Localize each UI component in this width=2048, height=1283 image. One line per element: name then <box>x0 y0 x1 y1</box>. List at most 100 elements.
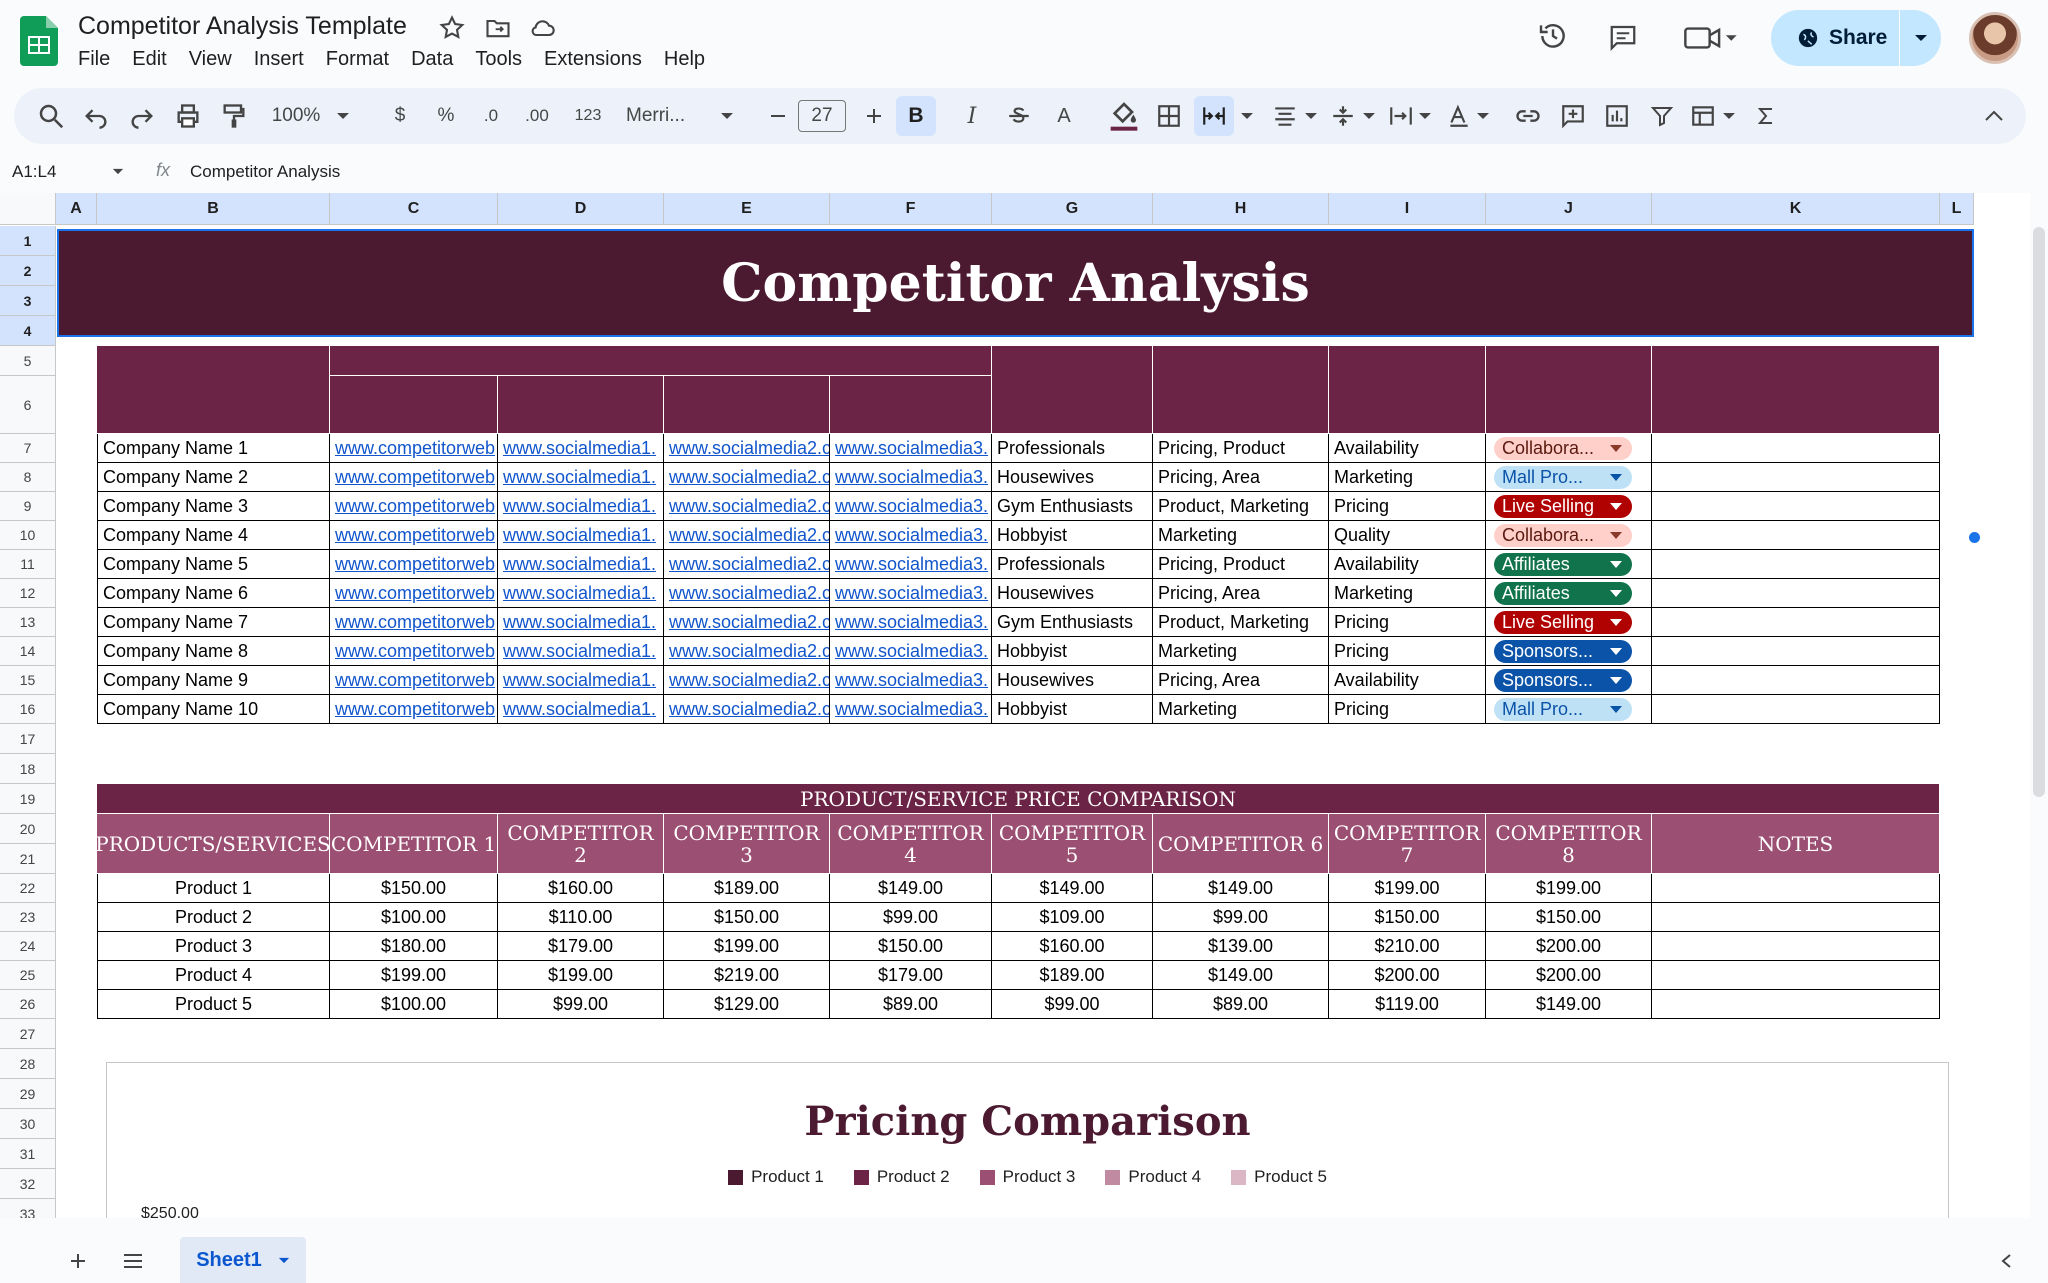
social-media-2-link[interactable]: www.socialmedia2.c <box>664 521 830 550</box>
social-media-2-link[interactable]: www.socialmedia2.c <box>664 637 830 666</box>
social-media-2-link[interactable]: www.socialmedia2.c <box>664 695 830 724</box>
bold-button[interactable]: B <box>896 96 936 136</box>
social-media-2-link[interactable]: www.socialmedia2.c <box>664 492 830 521</box>
menu-edit[interactable]: Edit <box>132 48 176 71</box>
row-header-18[interactable]: 18 <box>0 754 56 784</box>
menu-help[interactable]: Help <box>664 48 715 71</box>
row-header-30[interactable]: 30 <box>0 1109 56 1139</box>
share-dropdown-icon[interactable] <box>1900 34 1941 42</box>
social-media-3-link[interactable]: www.socialmedia3. <box>830 521 992 550</box>
row-header-31[interactable]: 31 <box>0 1139 56 1169</box>
website-link[interactable]: www.competitorweb <box>330 492 498 521</box>
menu-tools[interactable]: Tools <box>475 48 532 71</box>
row-header-29[interactable]: 29 <box>0 1079 56 1109</box>
social-media-1-link[interactable]: www.socialmedia1. <box>498 637 664 666</box>
print-icon[interactable] <box>174 88 202 144</box>
row-header-17[interactable]: 17 <box>0 724 56 754</box>
notes-cell[interactable] <box>1652 961 1940 990</box>
row-header-16[interactable]: 16 <box>0 695 56 724</box>
document-title[interactable]: Competitor Analysis Template <box>78 12 407 41</box>
social-media-2-link[interactable]: www.socialmedia2.c <box>664 608 830 637</box>
marketing-strategy-cell[interactable]: Live Selling <box>1486 492 1652 521</box>
horizontal-align-icon[interactable] <box>1272 88 1298 144</box>
marketing-strategy-cell[interactable]: Sponsors... <box>1486 666 1652 695</box>
menu-format[interactable]: Format <box>326 48 399 71</box>
website-link[interactable]: www.competitorweb <box>330 550 498 579</box>
sheet-tab[interactable]: Sheet1 <box>180 1237 306 1283</box>
website-link[interactable]: www.competitorweb <box>330 695 498 724</box>
column-header-d[interactable]: D <box>498 193 664 225</box>
social-media-3-link[interactable]: www.socialmedia3. <box>830 608 992 637</box>
social-media-2-link[interactable]: www.socialmedia2.c <box>664 434 830 463</box>
social-media-1-link[interactable]: www.socialmedia1. <box>498 550 664 579</box>
feedback-cell[interactable] <box>1652 637 1940 666</box>
row-header-32[interactable]: 32 <box>0 1169 56 1199</box>
row-header-14[interactable]: 14 <box>0 637 56 666</box>
functions-icon[interactable] <box>1754 88 1778 144</box>
strategy-chip[interactable]: Mall Pro... <box>1494 465 1632 489</box>
column-header-l[interactable]: L <box>1940 193 1974 225</box>
row-header-12[interactable]: 12 <box>0 579 56 608</box>
feedback-cell[interactable] <box>1652 521 1940 550</box>
row-header-26[interactable]: 26 <box>0 990 56 1019</box>
merge-dropdown-icon[interactable] <box>1240 88 1254 144</box>
percent-format-button[interactable]: % <box>434 88 458 144</box>
row-header-23[interactable]: 23 <box>0 903 56 932</box>
menu-view[interactable]: View <box>189 48 242 71</box>
text-color-button[interactable]: A <box>1052 88 1076 144</box>
social-media-1-link[interactable]: www.socialmedia1. <box>498 434 664 463</box>
strategy-chip[interactable]: Live Selling <box>1494 610 1632 634</box>
website-link[interactable]: www.competitorweb <box>330 637 498 666</box>
social-media-1-link[interactable]: www.socialmedia1. <box>498 666 664 695</box>
row-header-11[interactable]: 11 <box>0 550 56 579</box>
social-media-1-link[interactable]: www.socialmedia1. <box>498 463 664 492</box>
column-header-g[interactable]: G <box>992 193 1153 225</box>
avatar[interactable] <box>1969 12 2021 64</box>
marketing-strategy-cell[interactable]: Collabora... <box>1486 434 1652 463</box>
feedback-cell[interactable] <box>1652 492 1940 521</box>
fill-color-icon[interactable] <box>1108 88 1140 144</box>
marketing-strategy-cell[interactable]: Mall Pro... <box>1486 695 1652 724</box>
filter-views-icon[interactable] <box>1690 88 1716 144</box>
redo-icon[interactable] <box>128 88 156 144</box>
row-header-4[interactable]: 4 <box>0 316 56 346</box>
notes-cell[interactable] <box>1652 990 1940 1019</box>
row-header-13[interactable]: 13 <box>0 608 56 637</box>
social-media-1-link[interactable]: www.socialmedia1. <box>498 492 664 521</box>
website-link[interactable]: www.competitorweb <box>330 463 498 492</box>
row-header-22[interactable]: 22 <box>0 874 56 903</box>
name-box[interactable]: A1:L4 <box>12 162 56 182</box>
strikethrough-icon[interactable] <box>1006 88 1032 144</box>
text-rotation-icon[interactable] <box>1446 88 1472 144</box>
row-header-10[interactable]: 10 <box>0 521 56 550</box>
social-media-2-link[interactable]: www.socialmedia2.c <box>664 666 830 695</box>
strategy-chip[interactable]: Affiliates <box>1494 552 1632 576</box>
row-header-8[interactable]: 8 <box>0 463 56 492</box>
menu-extensions[interactable]: Extensions <box>544 48 652 71</box>
social-media-1-link[interactable]: www.socialmedia1. <box>498 608 664 637</box>
strategy-chip[interactable]: Affiliates <box>1494 581 1632 605</box>
increase-decimal-button[interactable]: .00 <box>520 88 554 144</box>
social-media-3-link[interactable]: www.socialmedia3. <box>830 695 992 724</box>
row-header-28[interactable]: 28 <box>0 1049 56 1079</box>
search-icon[interactable] <box>36 88 66 144</box>
cloud-status-icon[interactable] <box>528 14 556 42</box>
feedback-cell[interactable] <box>1652 695 1940 724</box>
insert-comment-icon[interactable] <box>1560 88 1586 144</box>
social-media-3-link[interactable]: www.socialmedia3. <box>830 666 992 695</box>
sheets-logo-icon[interactable] <box>20 16 58 66</box>
column-header-f[interactable]: F <box>830 193 992 225</box>
row-header-2[interactable]: 2 <box>0 256 56 286</box>
italic-button[interactable]: I <box>960 88 984 144</box>
row-header-27[interactable]: 27 <box>0 1019 56 1049</box>
column-header-k[interactable]: K <box>1652 193 1940 225</box>
row-header-1[interactable]: 1 <box>0 226 56 256</box>
font-dropdown-icon[interactable] <box>720 88 734 144</box>
align-dropdown-icon[interactable] <box>1304 88 1318 144</box>
undo-icon[interactable] <box>82 88 110 144</box>
column-header-i[interactable]: I <box>1329 193 1486 225</box>
wrap-dropdown-icon[interactable] <box>1418 88 1432 144</box>
currency-format-button[interactable]: $ <box>390 88 410 144</box>
marketing-strategy-cell[interactable]: Collabora... <box>1486 521 1652 550</box>
feedback-cell[interactable] <box>1652 608 1940 637</box>
